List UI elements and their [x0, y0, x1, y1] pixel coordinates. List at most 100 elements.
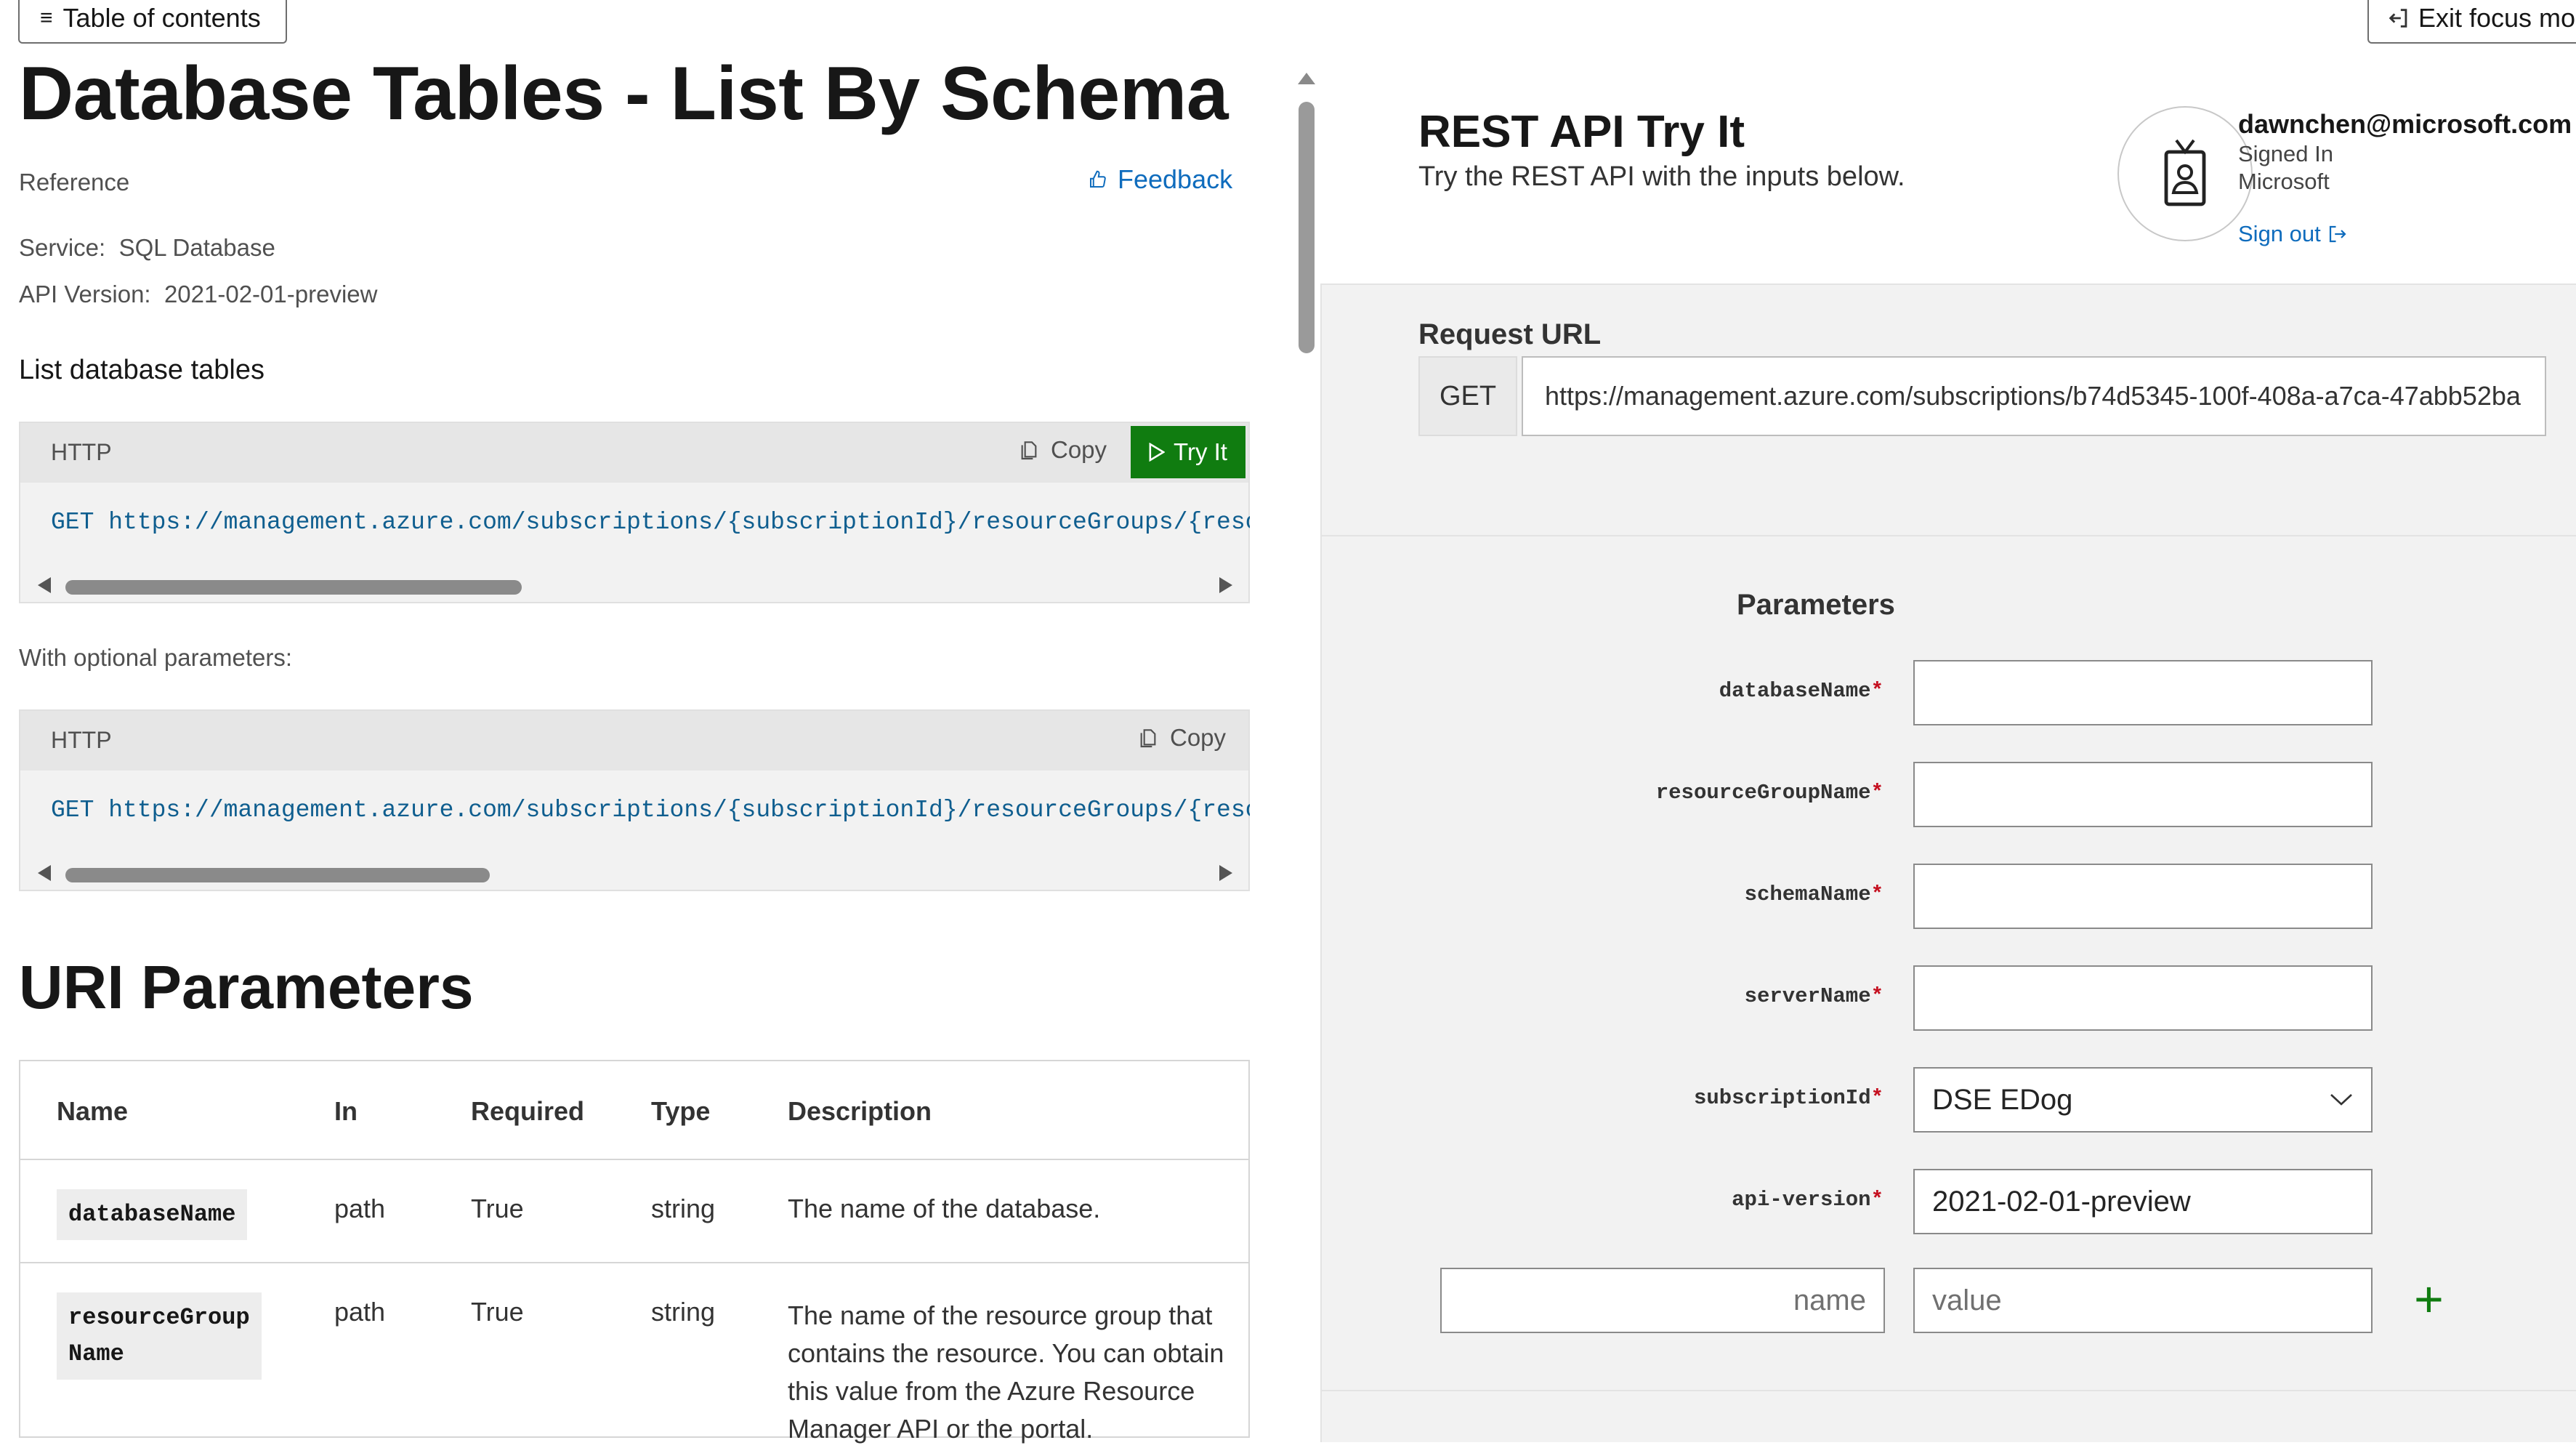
required-mark: * [1870, 882, 1883, 906]
copy-label: Copy [1051, 436, 1107, 463]
api-version-value: 2021-02-01-preview [163, 281, 378, 307]
plus-icon[interactable]: + [2414, 1274, 2444, 1324]
avatar [2117, 106, 2253, 241]
feedback-label: Feedback [1118, 164, 1233, 194]
scroll-right-icon[interactable] [1219, 577, 1232, 593]
service-line: Service: SQL Database [19, 234, 275, 262]
code-language: HTTP [51, 727, 112, 753]
column-header-in: In [334, 1096, 358, 1126]
required-mark: * [1870, 1086, 1883, 1110]
param-label-text: api-version [1732, 1188, 1871, 1212]
code-line: GET https://management.azure.com/subscri… [51, 509, 1250, 536]
param-label-resourceGroupName: resourceGroupName* [1578, 781, 1883, 805]
databaseName-input[interactable] [1913, 660, 2373, 725]
api-version-label: API Version: [19, 281, 151, 307]
api-version-line: API Version: 2021-02-01-preview [19, 281, 377, 308]
schemaName-input[interactable] [1913, 864, 2373, 929]
user-org: Microsoft [2238, 169, 2330, 194]
param-label-subscriptionId: subscriptionId* [1578, 1086, 1883, 1110]
table-of-contents-button[interactable]: ≡ Table of contents [18, 0, 287, 44]
code-line: GET https://management.azure.com/subscri… [51, 797, 1250, 824]
serverName-input[interactable] [1913, 965, 2373, 1031]
param-label-text: serverName [1744, 984, 1871, 1008]
scroll-right-icon[interactable] [1219, 865, 1232, 881]
sign-out-link[interactable]: Sign out [2238, 221, 2349, 247]
try-it-subtitle: Try the REST API with the inputs below. [1418, 161, 1905, 192]
copy-icon [1021, 441, 1037, 460]
param-name-line: resourceGroup [68, 1304, 250, 1331]
column-header-required: Required [471, 1096, 585, 1126]
vertical-scrollbar-thumb[interactable] [1299, 102, 1315, 353]
code-block-header: HTTP Copy Try It [20, 423, 1248, 483]
exit-focus-mode-button[interactable]: Exit focus mo [2367, 0, 2576, 44]
intro-text: List database tables [19, 355, 265, 385]
code-block-optional: HTTP Copy GET https://management.azure.c… [19, 709, 1250, 891]
feedback-icon [1090, 170, 1106, 188]
column-header-description: Description [788, 1096, 932, 1126]
param-description: The name of the database. [788, 1194, 1101, 1223]
param-name-line: Name [68, 1340, 124, 1367]
copy-label: Copy [1170, 724, 1227, 751]
param-label-text: resourceGroupName [1655, 781, 1871, 805]
scroll-left-icon[interactable] [38, 577, 51, 593]
copy-button[interactable]: Copy [1136, 724, 1226, 752]
param-label-databaseName: databaseName* [1578, 679, 1883, 703]
http-method: GET [1418, 356, 1517, 436]
user-email: dawnchen@microsoft.com [2238, 109, 2572, 139]
exit-focus-label: Exit focus mo [2418, 3, 2576, 33]
param-in: path [334, 1194, 386, 1223]
code-block-header: HTTP Copy [20, 711, 1248, 771]
subscription-selected-value: DSE EDog [1932, 1083, 2073, 1116]
param-label-schemaName: schemaName* [1578, 882, 1883, 906]
description-line: this value from the Azure Resource [788, 1376, 1195, 1406]
scrollbar-thumb[interactable] [65, 868, 490, 882]
param-label-text: databaseName [1719, 679, 1871, 703]
api-version-input[interactable]: 2021-02-01-preview [1913, 1169, 2373, 1234]
resourceGroupName-input[interactable] [1913, 762, 2373, 827]
code-block-request: HTTP Copy Try It GET https://management.… [19, 422, 1250, 603]
table-row: databaseName path True string The name o… [20, 1160, 1248, 1263]
copy-icon [1140, 729, 1156, 748]
hamburger-icon: ≡ [40, 6, 53, 30]
scrollbar-thumb[interactable] [65, 580, 522, 595]
service-label: Service: [19, 234, 106, 261]
chevron-down-icon [2330, 1094, 2352, 1106]
custom-param-value-input[interactable]: value [1913, 1268, 2373, 1333]
scroll-left-icon[interactable] [38, 865, 51, 881]
exit-icon [2389, 9, 2407, 28]
param-description: The name of the resource group that cont… [788, 1297, 1224, 1448]
try-it-button[interactable]: Try It [1131, 426, 1245, 478]
param-type: string [651, 1194, 716, 1223]
table-header-row: Name In Required Type Description [20, 1061, 1248, 1160]
param-label-text: subscriptionId [1693, 1086, 1871, 1110]
required-mark: * [1870, 1188, 1883, 1212]
param-label-serverName: serverName* [1578, 984, 1883, 1008]
copy-button[interactable]: Copy [1017, 436, 1107, 464]
horizontal-scrollbar[interactable] [20, 571, 1248, 600]
description-line: The name of the resource group that [788, 1300, 1213, 1330]
parameters-heading: Parameters [1737, 589, 1895, 621]
user-status: Signed In [2238, 141, 2333, 166]
table-row: resourceGroup Name path True string The … [20, 1263, 1248, 1444]
subscriptionId-select[interactable]: DSE EDog [1913, 1067, 2373, 1133]
param-label-api-version: api-version* [1578, 1188, 1883, 1212]
section-divider [1320, 1390, 2576, 1391]
param-type: string [651, 1297, 716, 1327]
request-url-field[interactable]: https://management.azure.com/subscriptio… [1522, 356, 2546, 436]
service-value: SQL Database [118, 234, 275, 261]
request-url-label: Request URL [1418, 318, 1602, 350]
signout-icon [2329, 225, 2346, 243]
description-line: contains the resource. You can obtain [788, 1338, 1224, 1368]
badge-icon [2164, 139, 2206, 206]
feedback-link[interactable]: Feedback [1087, 164, 1232, 195]
required-mark: * [1870, 781, 1883, 805]
try-it-title: REST API Try It [1418, 107, 1745, 157]
uri-parameters-table: Name In Required Type Description databa… [19, 1060, 1250, 1444]
code-language: HTTP [51, 439, 112, 465]
scroll-up-icon[interactable] [1298, 73, 1315, 84]
param-required: True [471, 1297, 524, 1327]
custom-param-name-input[interactable]: name [1440, 1268, 1885, 1333]
horizontal-scrollbar[interactable] [20, 859, 1248, 888]
page-title: Database Tables - List By Schema [19, 52, 1229, 136]
section-divider [1320, 535, 2576, 536]
